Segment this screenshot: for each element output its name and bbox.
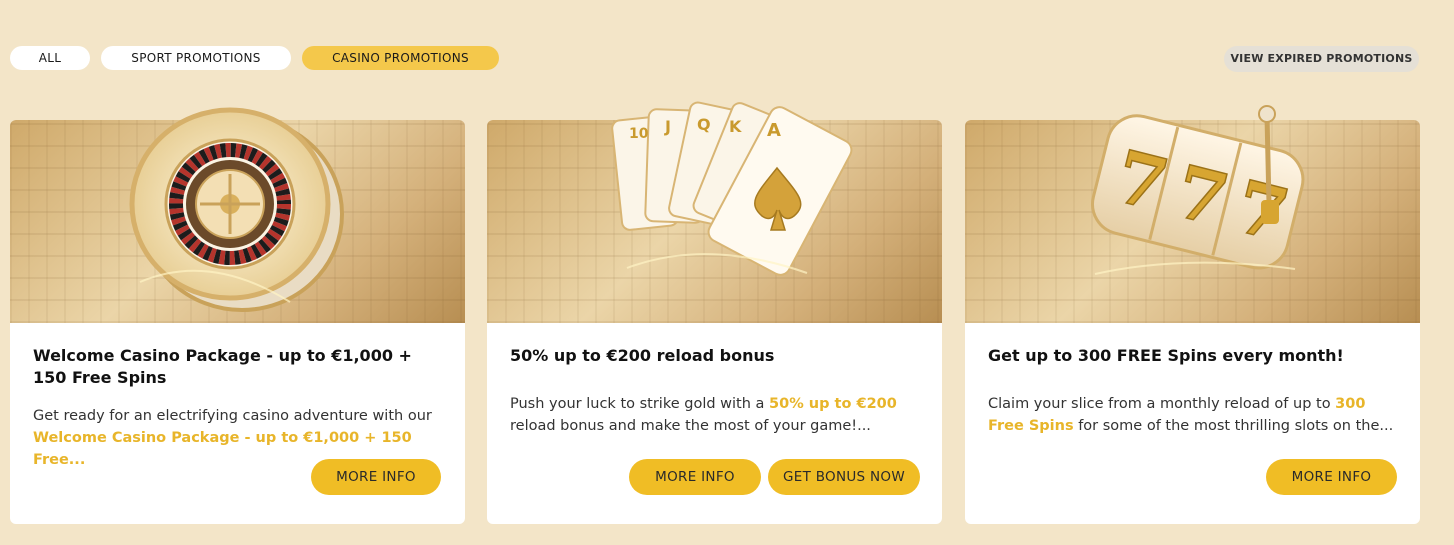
svg-text:Q: Q (697, 115, 711, 134)
roulette-wheel-image (10, 107, 465, 323)
more-info-button[interactable]: MORE INFO (311, 459, 441, 495)
filter-all-button[interactable]: ALL (10, 46, 90, 70)
more-info-button[interactable]: MORE INFO (629, 459, 761, 495)
promo-description: Claim your slice from a monthly reload o… (988, 396, 1394, 434)
promo-card-reload: 10 J Q K A 50% up to €200 reload bonus P… (487, 101, 942, 524)
promo-card-free-spins: 7 7 7 Get up to 300 FREE Spins every mon… (965, 105, 1420, 524)
promo-description: Push your luck to strike gold with a 50%… (510, 396, 897, 434)
playing-cards-image: 10 J Q K A (487, 101, 942, 323)
get-bonus-now-button[interactable]: GET BONUS NOW (768, 459, 920, 495)
view-expired-promotions-button[interactable]: VIEW EXPIRED PROMOTIONS (1224, 46, 1419, 72)
filter-casino-promotions-button[interactable]: CASINO PROMOTIONS (302, 46, 499, 70)
promo-title: 50% up to €200 reload bonus (510, 346, 775, 365)
filter-sport-promotions-button[interactable]: SPORT PROMOTIONS (101, 46, 291, 70)
promo-title: Welcome Casino Package - up to €1,000 + … (33, 346, 412, 387)
promotion-filters: ALL SPORT PROMOTIONS CASINO PROMOTIONS (10, 46, 499, 70)
svg-text:10: 10 (629, 126, 649, 142)
svg-text:K: K (729, 117, 742, 136)
more-info-button[interactable]: MORE INFO (1266, 459, 1397, 495)
svg-text:J: J (664, 117, 671, 136)
promo-highlight: 50% up to €200 (769, 396, 897, 412)
svg-text:A: A (767, 120, 781, 141)
slot-machine-777-image: 7 7 7 (965, 105, 1420, 323)
promo-title: Get up to 300 FREE Spins every month! (988, 346, 1344, 365)
promo-card-welcome: Welcome Casino Package - up to €1,000 + … (10, 107, 465, 524)
